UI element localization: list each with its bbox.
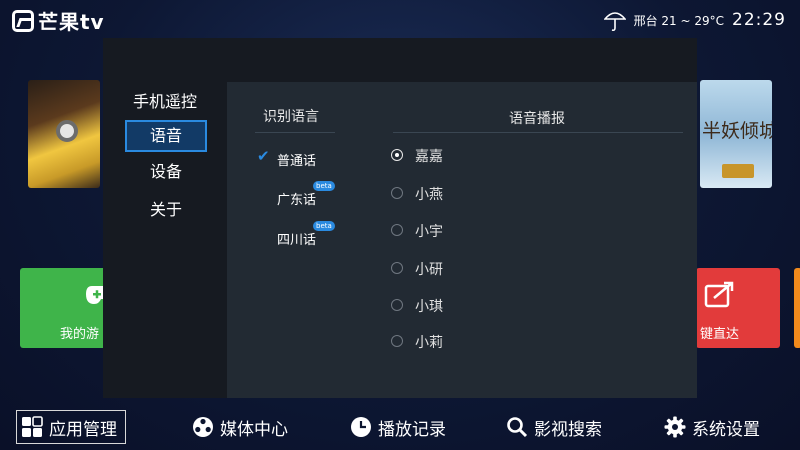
sidebar-item-label: 语音 (149, 126, 182, 145)
search-icon (507, 417, 528, 438)
sidebar-item-label: 关于 (149, 200, 182, 219)
grid-icon (22, 416, 43, 437)
poster-badge (722, 164, 754, 178)
phone-remote-dialog: 手机遥控 语音 设备 关于 识别语言 ✔ 普通话 广东话 beta 四川话 be… (103, 38, 697, 398)
beta-badge: beta (313, 221, 335, 231)
logo-text: 芒果tv (38, 10, 105, 34)
my-games-tile[interactable]: 我的游 (20, 268, 106, 348)
nav-label: 应用管理 (49, 419, 117, 440)
one-key-share-label: 键直达 (700, 327, 740, 342)
dialog-title: 手机遥控 (132, 92, 197, 111)
lang-sichuanese[interactable]: 四川话 (277, 229, 316, 248)
lang-cantonese[interactable]: 广东话 (277, 189, 316, 208)
voice-option[interactable]: 嘉嘉 (415, 146, 443, 166)
sidebar-item-device[interactable]: 设备 (125, 156, 207, 188)
check-icon: ✔ (257, 147, 270, 165)
voice-option[interactable]: 小研 (415, 259, 443, 279)
gear-icon (664, 416, 686, 438)
clock: 22:29 (732, 10, 786, 30)
minion-eye-image (56, 120, 78, 142)
one-key-share-tile[interactable]: 键直达 (696, 268, 780, 348)
voice-option[interactable]: 小燕 (415, 184, 443, 204)
my-games-label: 我的游 (60, 327, 100, 342)
movie-poster-left[interactable] (28, 80, 100, 188)
radio-icon[interactable] (391, 224, 403, 236)
nav-play-history[interactable]: 播放记录 (350, 412, 446, 442)
sidebar-item-about[interactable]: 关于 (125, 194, 207, 226)
nav-label: 影视搜索 (534, 419, 602, 440)
nav-system-settings[interactable]: 系统设置 (664, 412, 760, 442)
beta-badge: beta (313, 181, 335, 191)
divider (255, 132, 335, 133)
weather-clock: 邢台 21 ~ 29°C 22:29 (603, 8, 786, 32)
divider (393, 132, 683, 133)
nav-media-center[interactable]: 媒体中心 (192, 412, 288, 442)
clock-icon (351, 417, 371, 437)
edge-tile[interactable] (794, 268, 800, 348)
mango-tv-logo: 芒果tv (12, 6, 105, 35)
nav-app-management[interactable]: 应用管理 (16, 410, 126, 444)
bottom-nav: 应用管理 媒体中心 播放记录 影视搜索 系统设置 (0, 404, 800, 450)
voice-settings-panel: 识别语言 ✔ 普通话 广东话 beta 四川话 beta 语音播报 嘉嘉 小燕 … (227, 82, 697, 398)
radio-icon[interactable] (391, 299, 403, 311)
lang-mandarin[interactable]: 普通话 (277, 150, 316, 169)
radio-icon[interactable] (391, 262, 403, 274)
sidebar-item-label: 设备 (149, 162, 182, 181)
weather-text: 邢台 21 ~ 29°C (633, 13, 724, 28)
nav-label: 媒体中心 (220, 419, 288, 440)
voice-option[interactable]: 小莉 (415, 332, 443, 352)
radio-selected-icon[interactable] (391, 149, 403, 161)
voice-option[interactable]: 小宇 (415, 221, 443, 241)
share-arrow-icon (704, 281, 734, 308)
logo-mark-icon (12, 9, 34, 32)
film-reel-icon (193, 417, 213, 437)
nav-video-search[interactable]: 影视搜索 (506, 412, 602, 442)
nav-label: 播放记录 (378, 419, 446, 440)
movie-poster-right[interactable]: 半妖倾城 (700, 80, 772, 188)
movie-poster-title: 半妖倾城 (702, 120, 772, 142)
radio-icon[interactable] (391, 187, 403, 199)
radio-icon[interactable] (391, 335, 403, 347)
umbrella-icon (603, 12, 626, 32)
recognition-heading: 识别语言 (263, 109, 319, 125)
broadcast-heading: 语音播报 (509, 111, 565, 127)
sidebar-item-voice[interactable]: 语音 (125, 120, 207, 152)
nav-label: 系统设置 (692, 419, 760, 440)
voice-option[interactable]: 小琪 (415, 296, 443, 316)
